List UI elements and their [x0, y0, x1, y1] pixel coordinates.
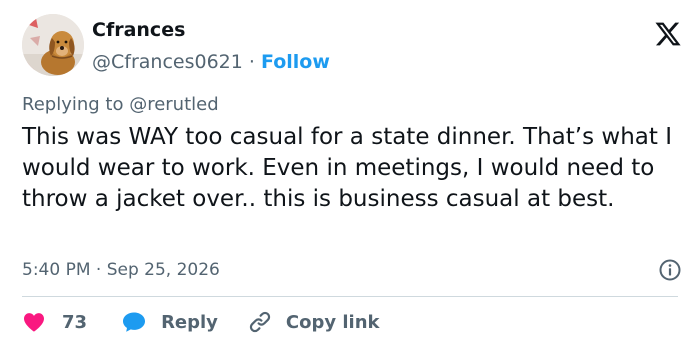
tweet-text: This was WAY too casual for a state dinn… [22, 124, 672, 212]
avatar-dog-image [22, 14, 84, 76]
divider [22, 296, 678, 297]
tweet-actions: 73 Reply Copy link [22, 307, 380, 337]
reply-context: Replying to @rerutled [22, 94, 219, 116]
like-count: 73 [62, 311, 88, 333]
tweet-header: Cfrances @Cfrances0621 · Follow [22, 14, 682, 78]
reply-button[interactable]: Reply [121, 310, 218, 334]
info-icon[interactable] [658, 258, 682, 282]
speech-bubble-icon [123, 312, 146, 332]
user-handle[interactable]: @Cfrances0621 [92, 51, 243, 73]
avatar[interactable] [22, 14, 84, 76]
like-button[interactable]: 73 [22, 310, 87, 334]
reply-mention[interactable]: @rerutled [129, 94, 218, 115]
heart-icon [24, 313, 44, 332]
reply-prefix: Replying to [22, 94, 130, 115]
reply-label: Reply [161, 311, 218, 333]
link-icon [249, 311, 271, 333]
tweet-card: Cfrances @Cfrances0621 · Follow Replying… [0, 0, 700, 348]
x-logo-icon[interactable] [654, 20, 682, 48]
display-name[interactable]: Cfrances [92, 18, 330, 42]
follow-button[interactable]: Follow [261, 51, 330, 73]
separator-dot: · [248, 51, 255, 73]
user-info: Cfrances @Cfrances0621 · Follow [92, 18, 330, 74]
copy-link-label: Copy link [285, 311, 380, 333]
copy-link-button[interactable]: Copy link [248, 310, 380, 334]
handle-row: @Cfrances0621 · Follow [92, 50, 330, 74]
tweet-timestamp[interactable]: 5:40 PM · Sep 25, 2026 [22, 259, 220, 281]
